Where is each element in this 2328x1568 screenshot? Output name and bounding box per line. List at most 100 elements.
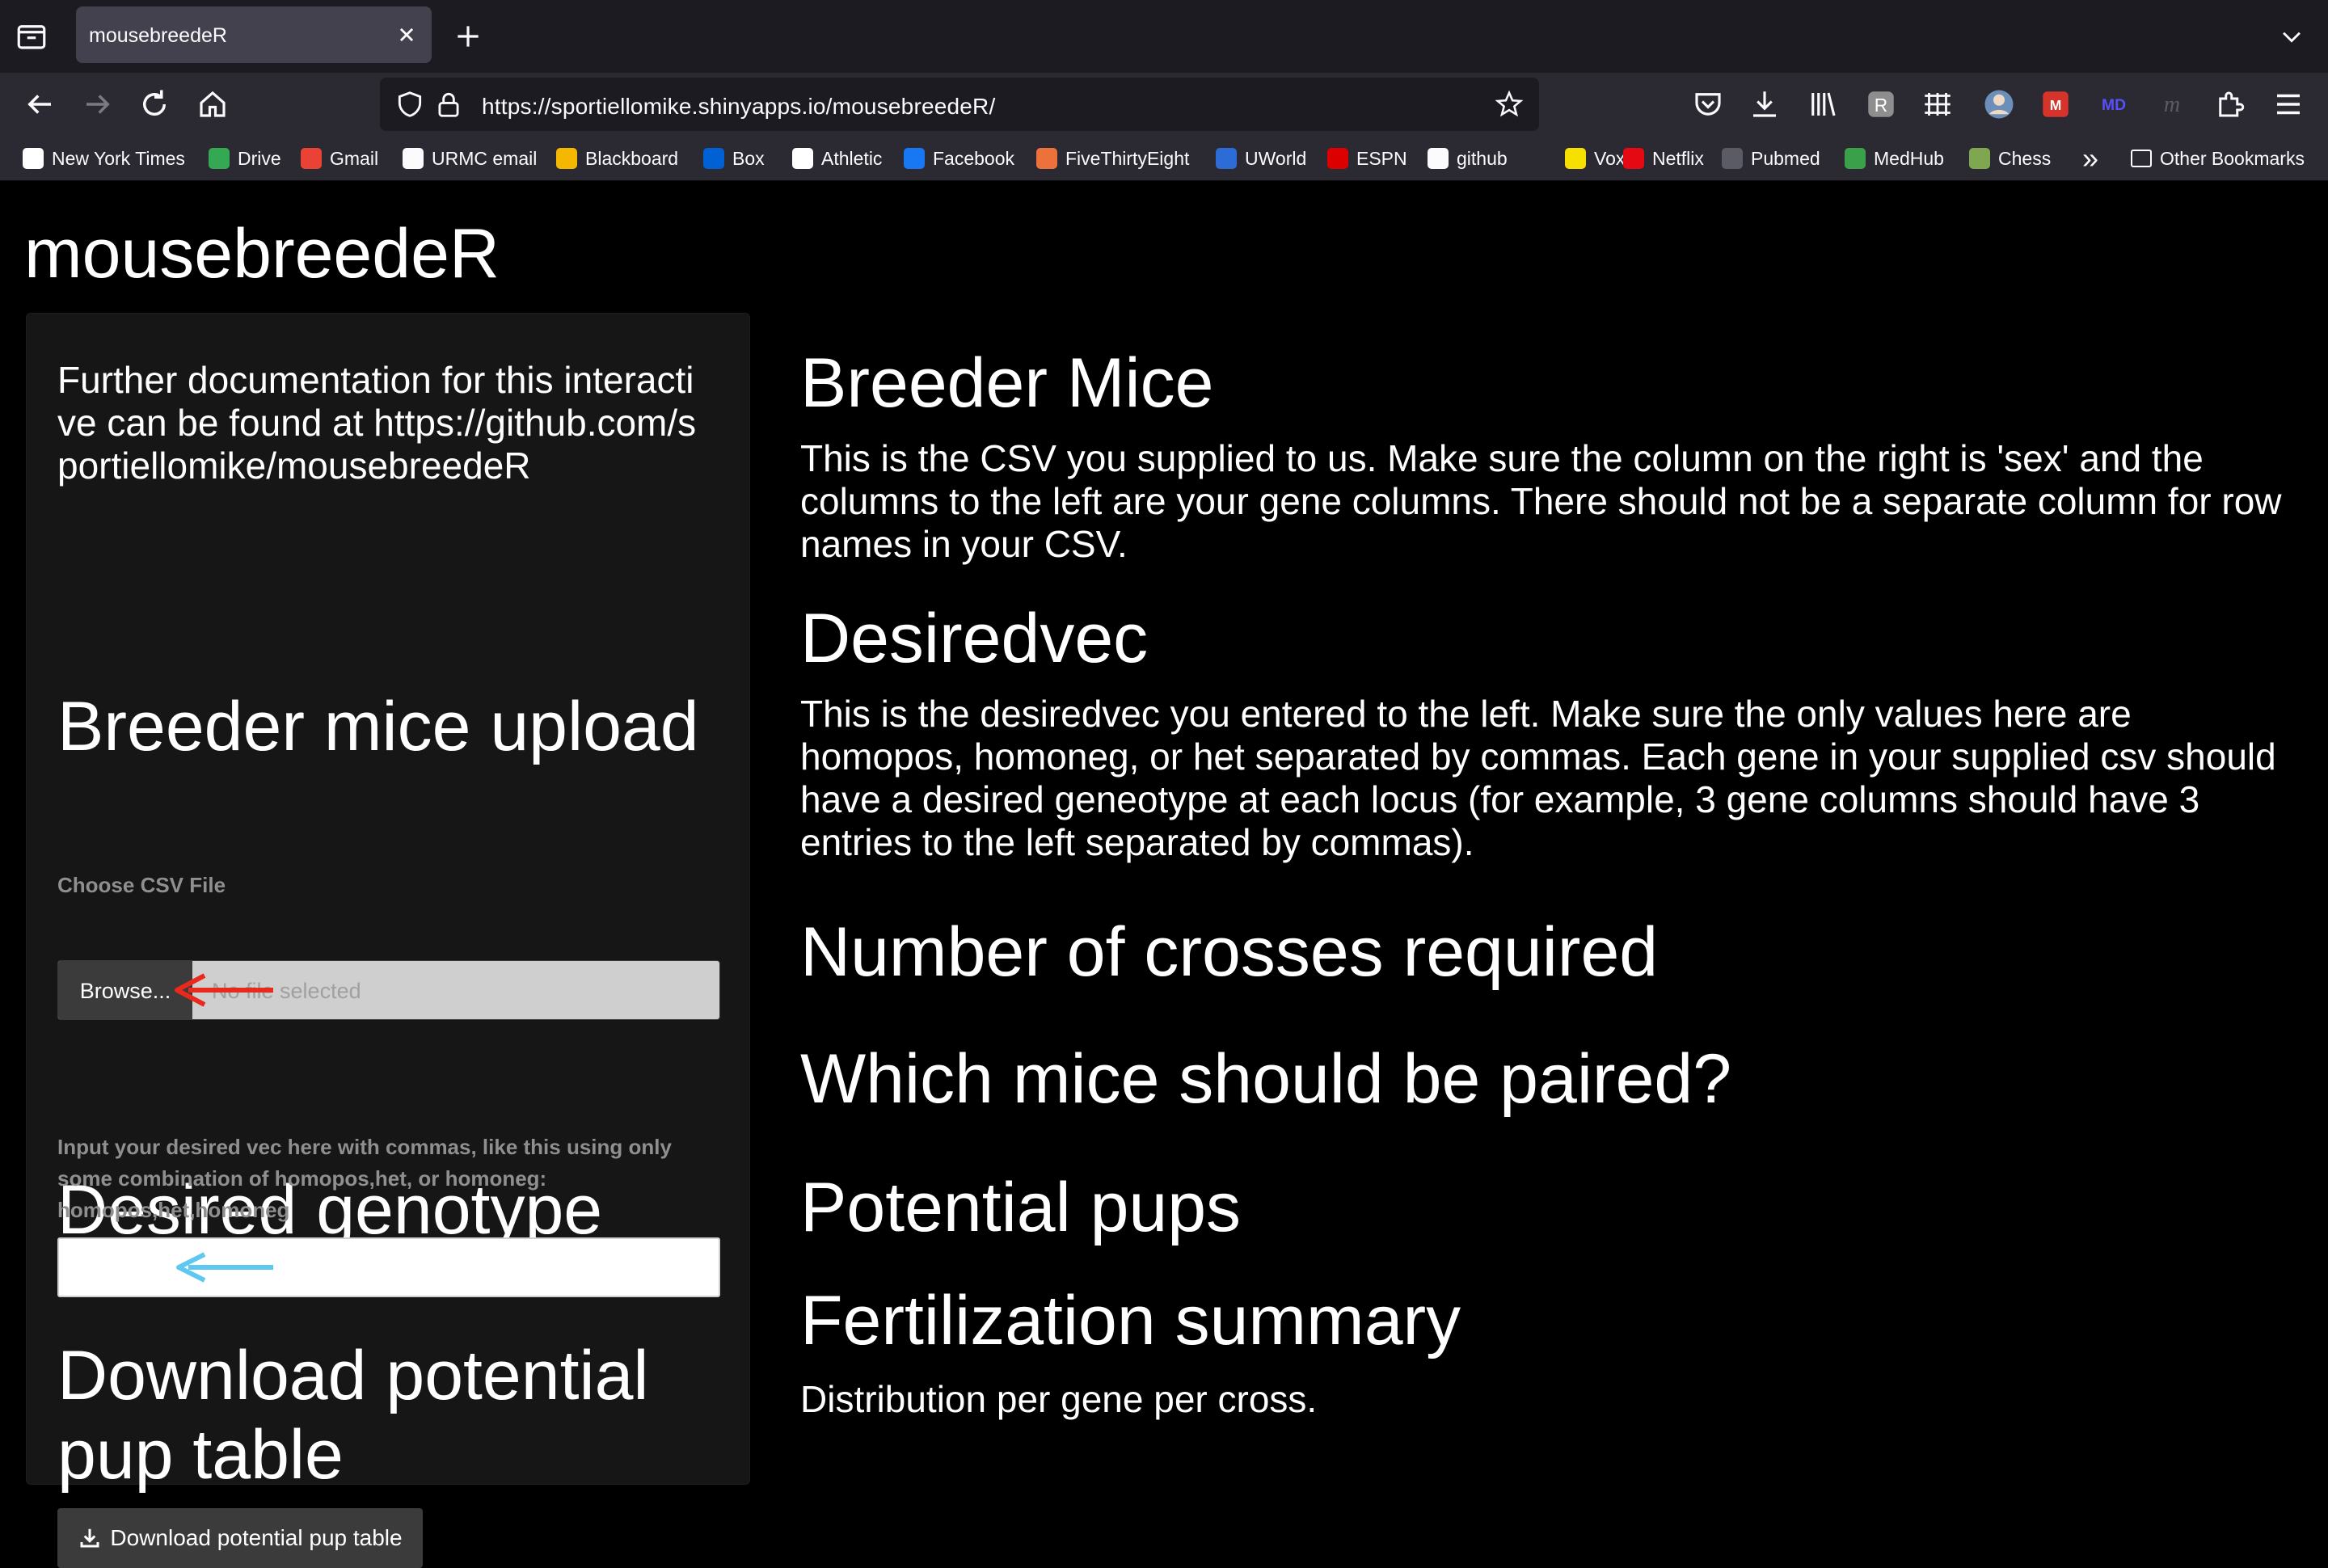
espn-icon — [1327, 148, 1348, 169]
desired-genotype-input[interactable] — [57, 1237, 720, 1297]
extension-mendeley-icon[interactable]: M — [2039, 87, 2073, 121]
bookmark-star-icon[interactable] — [1494, 89, 1525, 120]
bookmark-espn[interactable]: ESPN — [1327, 145, 1407, 171]
app-title: mousebreedeR — [24, 215, 500, 293]
github-icon — [1428, 148, 1449, 169]
bookmark-blackboard[interactable]: Blackboard — [556, 145, 678, 171]
bookmark-new-york-times[interactable]: New York Times — [23, 145, 185, 171]
bookmark-label: Chess — [1998, 147, 2052, 169]
bookmark-athletic[interactable]: Athletic — [792, 145, 882, 171]
bookmark-label: Blackboard — [585, 147, 679, 169]
uworld-icon — [1216, 148, 1237, 169]
csv-file-input[interactable]: Browse... No file selected — [57, 960, 720, 1020]
bookmark-box[interactable]: Box — [703, 145, 765, 171]
red-arrow-annotation — [175, 973, 273, 1007]
shield-icon[interactable] — [394, 89, 425, 120]
sidebar-panel: Further documentation for this interacti… — [26, 313, 750, 1568]
other-bookmarks-folder[interactable]: Other Bookmarks — [2131, 145, 2305, 171]
bookmarks-overflow-icon[interactable]: » — [2082, 141, 2098, 175]
bookmark-vox[interactable]: Vox — [1565, 145, 1625, 171]
extension-grid-icon[interactable] — [1921, 87, 1955, 121]
svg-text:MD: MD — [2102, 97, 2126, 114]
library-icon[interactable] — [1806, 87, 1840, 121]
bookmark-label: Pubmed — [1751, 147, 1820, 169]
tab-list-icon[interactable] — [15, 19, 48, 53]
vox-icon — [1565, 148, 1586, 169]
pocket-icon[interactable] — [1691, 87, 1725, 121]
chevron-down-icon[interactable] — [2278, 23, 2305, 50]
bookmarks-toolbar: New York Times Drive Gmail URMC email Blackb… — [0, 136, 2328, 181]
back-icon[interactable] — [23, 87, 57, 121]
download-button-label: Download potential pup table — [110, 1525, 403, 1550]
other-bookmarks-label: Other Bookmarks — [2160, 147, 2305, 169]
bookmark-label: Vox — [1594, 147, 1626, 169]
facebook-icon — [904, 148, 925, 169]
url-text: https://sportiellomike.shinyapps.io/mous… — [482, 94, 996, 119]
new-tab-icon[interactable] — [453, 21, 483, 52]
paired-heading: Which mice should be paired? — [800, 1040, 1732, 1118]
pubmed-icon — [1722, 148, 1743, 169]
menu-icon[interactable] — [2271, 87, 2305, 121]
globe-icon — [403, 148, 424, 169]
chess-icon — [1969, 148, 1990, 169]
profile-avatar-icon[interactable] — [1982, 87, 2016, 121]
bookmark-label: New York Times — [52, 147, 185, 169]
extension-m-icon[interactable]: m — [2155, 87, 2189, 121]
page-content: mousebreedeR Further documentation for t… — [0, 182, 2328, 1568]
drive-icon — [209, 148, 230, 169]
active-tab[interactable]: mousebreedeR — [76, 6, 432, 63]
extension-r-icon[interactable]: R — [1864, 87, 1898, 121]
bookmark-pubmed[interactable]: Pubmed — [1722, 145, 1820, 171]
home-icon[interactable] — [196, 87, 230, 121]
crosses-heading: Number of crosses required — [800, 913, 1659, 991]
download-pup-table-button[interactable]: Download potential pup table — [57, 1508, 423, 1568]
forward-icon[interactable] — [81, 87, 115, 121]
file-input-label: Choose CSV File — [57, 873, 226, 897]
extensions-puzzle-icon[interactable] — [2213, 87, 2247, 121]
url-bar[interactable]: https://sportiellomike.shinyapps.io/mous… — [380, 78, 1539, 131]
download-heading: Download potential pup table — [57, 1337, 649, 1494]
bookmark-label: URMC email — [432, 147, 538, 169]
svg-text:R: R — [1875, 95, 1887, 116]
gmail-icon — [301, 148, 322, 169]
bookmark-fivethirtyeight[interactable]: FiveThirtyEight — [1036, 145, 1189, 171]
documentation-text: Further documentation for this interacti… — [57, 359, 697, 487]
svg-text:M: M — [2050, 97, 2062, 113]
fertilization-heading: Fertilization summary — [800, 1282, 1461, 1359]
breeder-mice-text: This is the CSV you supplied to us. Make… — [800, 437, 2282, 565]
bookmark-label: Box — [732, 147, 765, 169]
bookmark-label: MedHub — [1874, 147, 1944, 169]
close-icon[interactable] — [393, 21, 420, 48]
bookmark-label: Gmail — [330, 147, 379, 169]
bookmark-label: Netflix — [1652, 147, 1704, 169]
extension-md-icon[interactable]: MD — [2097, 87, 2131, 121]
bookmark-urmc-email[interactable]: URMC email — [403, 145, 537, 171]
download-icon[interactable] — [1748, 87, 1782, 121]
bookmark-drive[interactable]: Drive — [209, 145, 281, 171]
fertilization-text: Distribution per gene per cross. — [800, 1378, 1318, 1420]
navigation-toolbar: https://sportiellomike.shinyapps.io/mous… — [0, 73, 2328, 136]
medhub-icon — [1845, 148, 1866, 169]
bookmark-label: FiveThirtyEight — [1065, 147, 1190, 169]
tab-title: mousebreedeR — [89, 24, 227, 47]
svg-text:m: m — [2164, 92, 2180, 117]
bookmark-label: Facebook — [933, 147, 1015, 169]
blackboard-icon — [556, 148, 577, 169]
bookmark-github[interactable]: github — [1428, 145, 1508, 171]
bookmark-uworld[interactable]: UWorld — [1216, 145, 1306, 171]
bookmark-netflix[interactable]: Netflix — [1623, 145, 1704, 171]
athletic-icon — [792, 148, 813, 169]
bookmark-label: Drive — [238, 147, 281, 169]
box-icon — [703, 148, 724, 169]
folder-icon — [2131, 150, 2152, 167]
potential-pups-heading: Potential pups — [800, 1169, 1242, 1246]
desiredvec-heading: Desiredvec — [800, 600, 1149, 677]
lock-icon[interactable] — [433, 89, 464, 120]
bookmark-gmail[interactable]: Gmail — [301, 145, 378, 171]
bookmark-chess[interactable]: Chess — [1969, 145, 2051, 171]
reload-icon[interactable] — [137, 87, 171, 121]
fivethirtyeight-icon — [1036, 148, 1057, 169]
bookmark-facebook[interactable]: Facebook — [904, 145, 1014, 171]
bookmark-medhub[interactable]: MedHub — [1845, 145, 1944, 171]
bookmark-label: Athletic — [821, 147, 883, 169]
